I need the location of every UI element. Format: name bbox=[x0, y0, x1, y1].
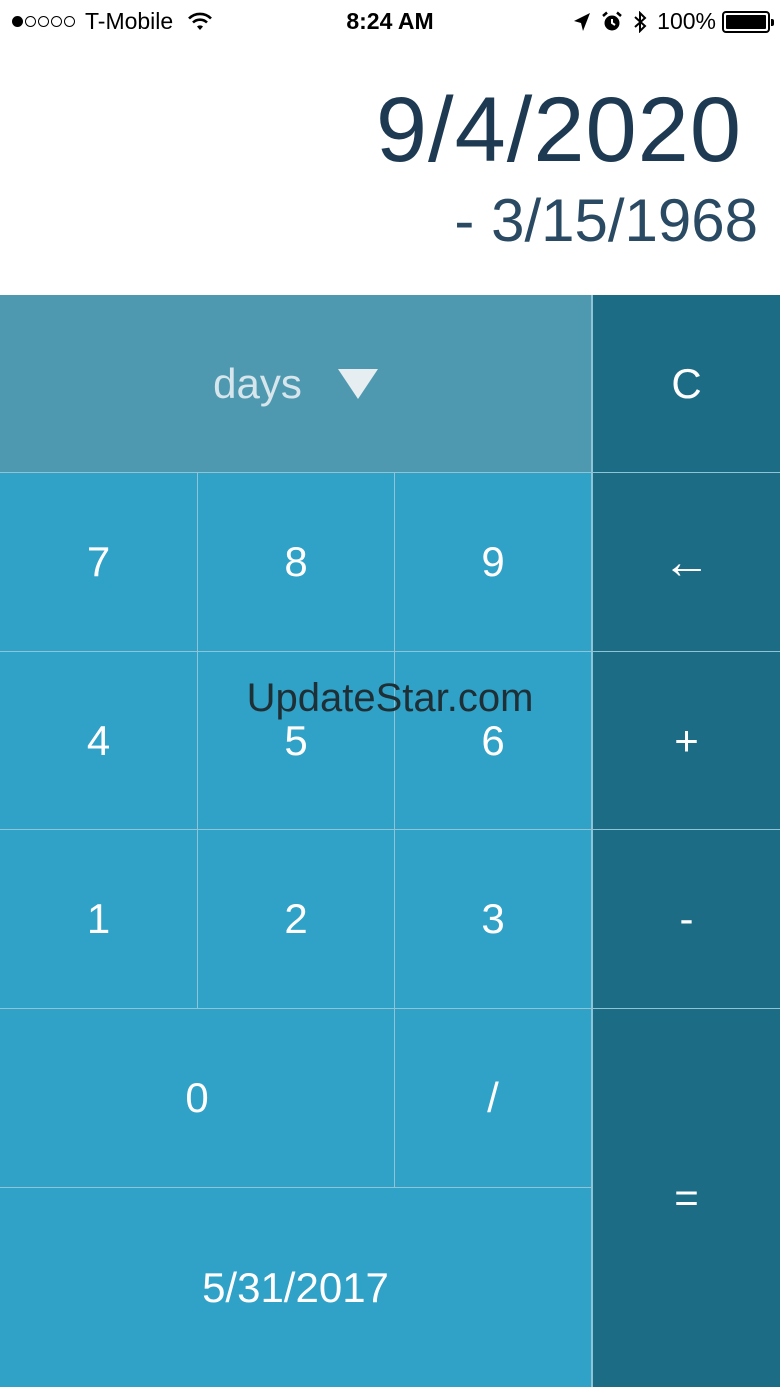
digit-1-button[interactable]: 1 bbox=[0, 830, 198, 1009]
plus-button[interactable]: + bbox=[592, 652, 780, 830]
unit-selector-dropdown[interactable]: days bbox=[0, 295, 592, 473]
status-right: 100% bbox=[573, 8, 774, 35]
location-arrow-icon bbox=[574, 12, 591, 31]
today-date-button[interactable]: 5/31/2017 bbox=[0, 1188, 592, 1387]
digit-0-button[interactable]: 0 bbox=[0, 1009, 395, 1188]
digit-3-button[interactable]: 3 bbox=[395, 830, 592, 1009]
battery-percentage: 100% bbox=[657, 8, 716, 34]
unit-selector-label: days bbox=[213, 359, 302, 407]
alarm-icon bbox=[602, 11, 622, 30]
minus-button[interactable]: - bbox=[592, 830, 780, 1009]
date-calculator-app: T-Mobile 8:24 AM 100% 9/4/2020 - 3/15/19… bbox=[0, 0, 780, 1387]
digit-9-button[interactable]: 9 bbox=[395, 473, 592, 652]
secondary-expression-display: - 3/15/1968 bbox=[454, 187, 758, 254]
clear-button[interactable]: C bbox=[592, 295, 780, 473]
backspace-button[interactable]: ← bbox=[592, 473, 780, 652]
equals-button[interactable]: = bbox=[592, 1009, 780, 1387]
slash-button[interactable]: / bbox=[395, 1009, 592, 1188]
status-bar: T-Mobile 8:24 AM 100% bbox=[0, 0, 780, 44]
digit-6-button[interactable]: 6 bbox=[395, 652, 592, 830]
primary-date-display: 9/4/2020 bbox=[375, 79, 742, 181]
digit-8-button[interactable]: 8 bbox=[198, 473, 395, 652]
digit-7-button[interactable]: 7 bbox=[0, 473, 198, 652]
dropdown-triangle-icon bbox=[337, 368, 378, 399]
digit-5-button[interactable]: 5 bbox=[198, 652, 395, 830]
battery-icon bbox=[722, 10, 774, 33]
keypad: days C 7 8 9 ← 4 5 6 + 1 2 3 - 0 / = 5/3… bbox=[0, 295, 780, 1387]
bluetooth-icon bbox=[634, 10, 647, 33]
digit-4-button[interactable]: 4 bbox=[0, 652, 198, 830]
digit-2-button[interactable]: 2 bbox=[198, 830, 395, 1009]
